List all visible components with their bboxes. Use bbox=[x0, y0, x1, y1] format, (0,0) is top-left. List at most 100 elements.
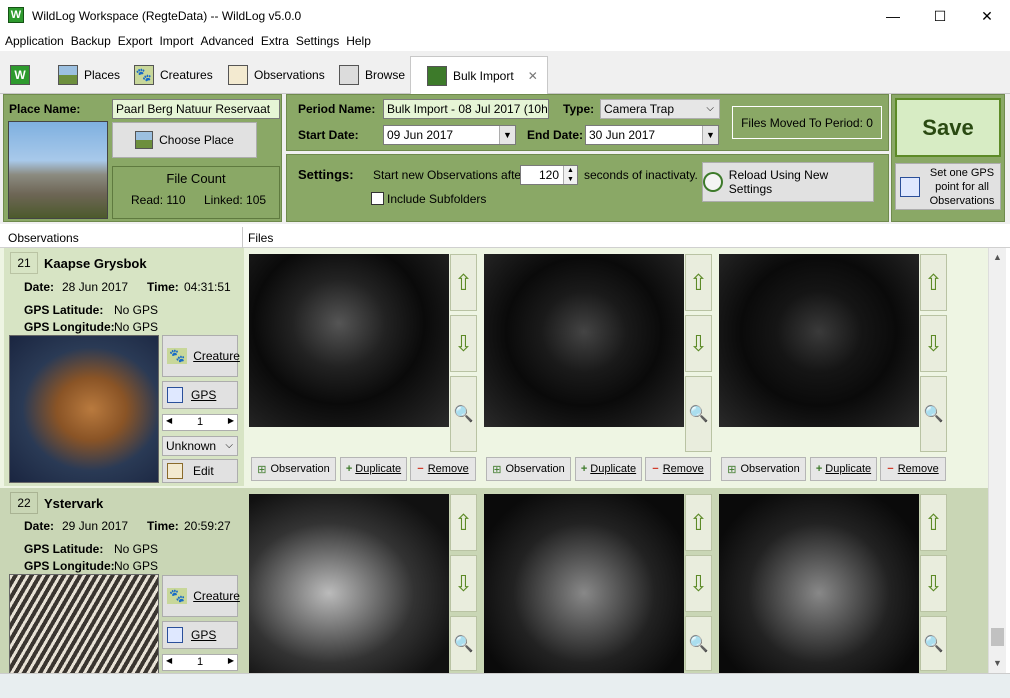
file-thumbnail[interactable] bbox=[249, 254, 449, 427]
menu-import[interactable]: Import bbox=[159, 32, 193, 50]
file-count-box: File Count Read: 110 Linked: 105 bbox=[112, 166, 280, 219]
menu-extra[interactable]: Extra bbox=[261, 32, 289, 50]
move-up-button[interactable]: ⇧ bbox=[685, 494, 712, 551]
files-moved-box: Files Moved To Period: 0 bbox=[732, 106, 882, 139]
image-index-stepper[interactable]: ◀ 1 ▶ bbox=[162, 654, 238, 671]
duplicate-button[interactable]: + Duplicate bbox=[575, 457, 642, 481]
menu-application[interactable]: Application bbox=[5, 32, 64, 50]
next-icon[interactable]: ▶ bbox=[228, 416, 234, 425]
maximize-button[interactable]: ☐ bbox=[917, 0, 963, 32]
time-value: 04:31:51 bbox=[184, 280, 231, 294]
tab-bulk-import[interactable]: Bulk Import ✕ bbox=[410, 56, 548, 95]
observation-list: 21 Kaapse Grysbok Date: 28 Jun 2017 Time… bbox=[0, 248, 988, 673]
edit-button[interactable]: Edit bbox=[162, 459, 238, 483]
include-subfolders-checkbox[interactable] bbox=[371, 192, 384, 205]
file-thumbnail[interactable] bbox=[249, 494, 449, 673]
time-value: 20:59:27 bbox=[184, 519, 231, 533]
move-down-button[interactable]: ⇩ bbox=[920, 555, 947, 612]
type-dropdown[interactable]: Camera Trap ⌵ bbox=[600, 99, 720, 119]
title-bar: W WildLog Workspace (RegteData) -- WildL… bbox=[0, 0, 1010, 32]
zoom-button[interactable]: 🔍 bbox=[450, 376, 477, 452]
remove-button[interactable]: − Remove bbox=[645, 457, 711, 481]
image-index-stepper[interactable]: ◀ 1 ▶ bbox=[162, 414, 238, 431]
creature-button[interactable]: 🐾 Creature bbox=[162, 575, 240, 617]
end-date-value: 30 Jun 2017 bbox=[589, 128, 656, 142]
gps-button[interactable]: GPS bbox=[162, 381, 238, 409]
scroll-down-icon[interactable]: ▼ bbox=[993, 658, 1002, 668]
end-date-label: End Date: bbox=[527, 128, 584, 142]
file-thumbnail[interactable] bbox=[484, 494, 684, 673]
save-panel: Save Set one GPS point for all Observati… bbox=[891, 94, 1005, 222]
reload-button[interactable]: Reload Using New Settings bbox=[702, 162, 874, 202]
menu-export[interactable]: Export bbox=[118, 32, 153, 50]
place-name-field[interactable]: Paarl Berg Natuur Reservaat bbox=[112, 99, 280, 119]
add-observation-button[interactable]: ⊞ Observation bbox=[721, 457, 806, 481]
add-observation-button[interactable]: ⊞ Observation bbox=[251, 457, 336, 481]
remove-label: Remove bbox=[662, 463, 704, 475]
move-down-button[interactable]: ⇩ bbox=[450, 315, 477, 372]
observation-creature-name: Ystervark bbox=[44, 496, 104, 511]
move-down-button[interactable]: ⇩ bbox=[685, 555, 712, 612]
next-icon[interactable]: ▶ bbox=[228, 656, 234, 665]
set-gps-all-button[interactable]: Set one GPS point for all Observations bbox=[895, 163, 1001, 210]
end-date-field[interactable]: 30 Jun 2017 ▼ bbox=[585, 125, 719, 145]
calendar-dropdown-icon[interactable]: ▼ bbox=[499, 126, 515, 144]
file-thumbnail[interactable] bbox=[719, 494, 919, 673]
move-down-button[interactable]: ⇩ bbox=[685, 315, 712, 372]
close-button[interactable]: ✕ bbox=[964, 0, 1010, 32]
calendar-dropdown-icon[interactable]: ▼ bbox=[702, 126, 718, 144]
tab-places[interactable]: Places bbox=[52, 56, 126, 94]
remove-button[interactable]: − Remove bbox=[880, 457, 946, 481]
tab-creatures[interactable]: 🐾 Creatures bbox=[128, 56, 216, 94]
spinner-arrows-icon[interactable]: ▲ ▼ bbox=[563, 166, 577, 184]
observation-row: 22 Ystervark Date: 29 Jun 2017 Time: 20:… bbox=[0, 488, 988, 673]
move-up-button[interactable]: ⇧ bbox=[920, 254, 947, 311]
start-date-value: 09 Jun 2017 bbox=[387, 128, 454, 142]
zoom-icon: 🔍 bbox=[923, 406, 944, 423]
gps-button[interactable]: GPS bbox=[162, 621, 238, 649]
menu-backup[interactable]: Backup bbox=[71, 32, 111, 50]
zoom-button[interactable]: 🔍 bbox=[920, 616, 947, 671]
file-thumbnail[interactable] bbox=[719, 254, 919, 427]
move-up-button[interactable]: ⇧ bbox=[450, 254, 477, 311]
tab-observations[interactable]: Observations bbox=[222, 56, 326, 94]
move-down-button[interactable]: ⇩ bbox=[920, 315, 947, 372]
minimize-button[interactable]: — bbox=[870, 0, 916, 32]
move-up-button[interactable]: ⇧ bbox=[685, 254, 712, 311]
arrow-down-icon: ⇩ bbox=[689, 330, 708, 356]
tab-browse[interactable]: Browse bbox=[333, 56, 409, 94]
notebook-icon bbox=[167, 463, 183, 479]
scroll-up-icon[interactable]: ▲ bbox=[993, 252, 1002, 262]
move-down-button[interactable]: ⇩ bbox=[450, 555, 477, 612]
zoom-button[interactable]: 🔍 bbox=[450, 616, 477, 671]
creature-button[interactable]: 🐾 Creature bbox=[162, 335, 240, 377]
tab-home[interactable]: W bbox=[4, 56, 44, 94]
move-up-button[interactable]: ⇧ bbox=[450, 494, 477, 551]
choose-place-button[interactable]: Choose Place bbox=[112, 122, 257, 158]
duplicate-button[interactable]: + Duplicate bbox=[810, 457, 877, 481]
arrow-up-icon: ⇧ bbox=[689, 269, 708, 295]
vertical-scrollbar[interactable]: ▲ ▼ bbox=[988, 248, 1006, 673]
add-observation-button[interactable]: ⊞ Observation bbox=[486, 457, 571, 481]
remove-label: Remove bbox=[427, 463, 469, 475]
zoom-button[interactable]: 🔍 bbox=[685, 616, 712, 671]
landscape-icon bbox=[135, 131, 154, 149]
files-moved-label: Files Moved To Period: 0 bbox=[741, 115, 873, 130]
zoom-button[interactable]: 🔍 bbox=[920, 376, 947, 452]
duplicate-button[interactable]: + Duplicate bbox=[340, 457, 407, 481]
tag-dropdown[interactable]: Unknown ⌵ bbox=[162, 436, 238, 456]
zoom-button[interactable]: 🔍 bbox=[685, 376, 712, 452]
seconds-stepper[interactable]: 120 ▲ ▼ bbox=[520, 165, 578, 185]
scrollbar-thumb[interactable] bbox=[991, 628, 1004, 646]
remove-button[interactable]: − Remove bbox=[410, 457, 476, 481]
save-button[interactable]: Save bbox=[895, 98, 1001, 157]
move-up-button[interactable]: ⇧ bbox=[920, 494, 947, 551]
menu-advanced[interactable]: Advanced bbox=[200, 32, 253, 50]
menu-settings[interactable]: Settings bbox=[296, 32, 339, 50]
menu-help[interactable]: Help bbox=[346, 32, 371, 50]
start-date-field[interactable]: 09 Jun 2017 ▼ bbox=[383, 125, 516, 145]
close-tab-icon[interactable]: ✕ bbox=[528, 69, 538, 83]
file-thumbnail[interactable] bbox=[484, 254, 684, 427]
period-name-field[interactable]: Bulk Import - 08 Jul 2017 (10h36) bbox=[383, 99, 549, 119]
minus-icon: − bbox=[652, 463, 659, 475]
